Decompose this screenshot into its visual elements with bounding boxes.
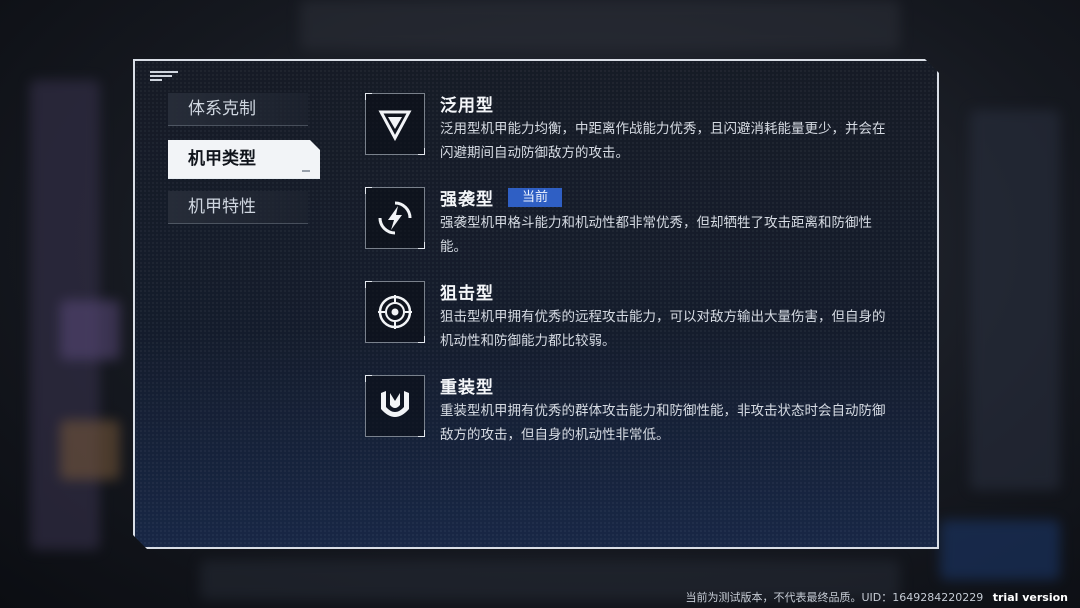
type-description: 狙击型机甲拥有优秀的远程攻击能力，可以对敌方输出大量伤害，但自身的机动性和防御能…: [440, 309, 886, 349]
type-entry-assault: 强袭型 当前 强袭型机甲格斗能力和机动性都非常优秀，但却牺牲了攻击距离和防御性能…: [363, 187, 903, 281]
shield-icon: [365, 375, 425, 437]
panel-corner-deco: [150, 71, 180, 81]
mech-type-list: 泛用型 泛用型机甲能力均衡，中距离作战能力优秀，且闪避消耗能量更少，并会在闪避期…: [363, 93, 903, 469]
type-entry-general: 泛用型 泛用型机甲能力均衡，中距离作战能力优秀，且闪避消耗能量更少，并会在闪避期…: [363, 93, 903, 187]
type-description: 强袭型机甲格斗能力和机动性都非常优秀，但却牺牲了攻击距离和防御性能。: [440, 215, 872, 255]
type-title: 泛用型: [440, 95, 494, 116]
category-tabs: 体系克制 机甲类型 机甲特性: [168, 93, 328, 242]
type-entry-heavy: 重装型 重装型机甲拥有优秀的群体攻击能力和防御性能，非攻击状态时会自动防御敌方的…: [363, 375, 903, 469]
crosshair-icon: [365, 281, 425, 343]
lightning-circle-icon: [365, 187, 425, 249]
type-entry-sniper: 狙击型 狙击型机甲拥有优秀的远程攻击能力，可以对敌方输出大量伤害，但自身的机动性…: [363, 281, 903, 375]
build-notice: 当前为测试版本，不代表最终品质。UID：1649284220229 trial …: [686, 589, 1069, 605]
tab-mech-traits[interactable]: 机甲特性: [168, 191, 308, 224]
tab-label: 机甲类型: [188, 149, 256, 169]
type-title: 强袭型: [440, 189, 494, 210]
current-badge: 当前: [508, 187, 563, 207]
type-description: 泛用型机甲能力均衡，中距离作战能力优秀，且闪避消耗能量更少，并会在闪避期间自动防…: [440, 121, 886, 161]
type-title: 重装型: [440, 377, 494, 398]
tab-mech-type[interactable]: 机甲类型: [168, 140, 320, 179]
tab-label: 机甲特性: [188, 197, 256, 217]
type-description: 重装型机甲拥有优秀的群体攻击能力和防御性能，非攻击状态时会自动防御敌方的攻击，但…: [440, 403, 886, 443]
triangle-emblem-icon: [365, 93, 425, 155]
tab-active-mark: [302, 170, 310, 172]
tab-label: 体系克制: [188, 99, 256, 119]
tab-counter-system[interactable]: 体系克制: [168, 93, 308, 126]
trial-version-label: trial version: [992, 591, 1068, 604]
uid-notice: 当前为测试版本，不代表最终品质。UID：1649284220229: [685, 591, 984, 604]
type-title: 狙击型: [440, 283, 494, 304]
